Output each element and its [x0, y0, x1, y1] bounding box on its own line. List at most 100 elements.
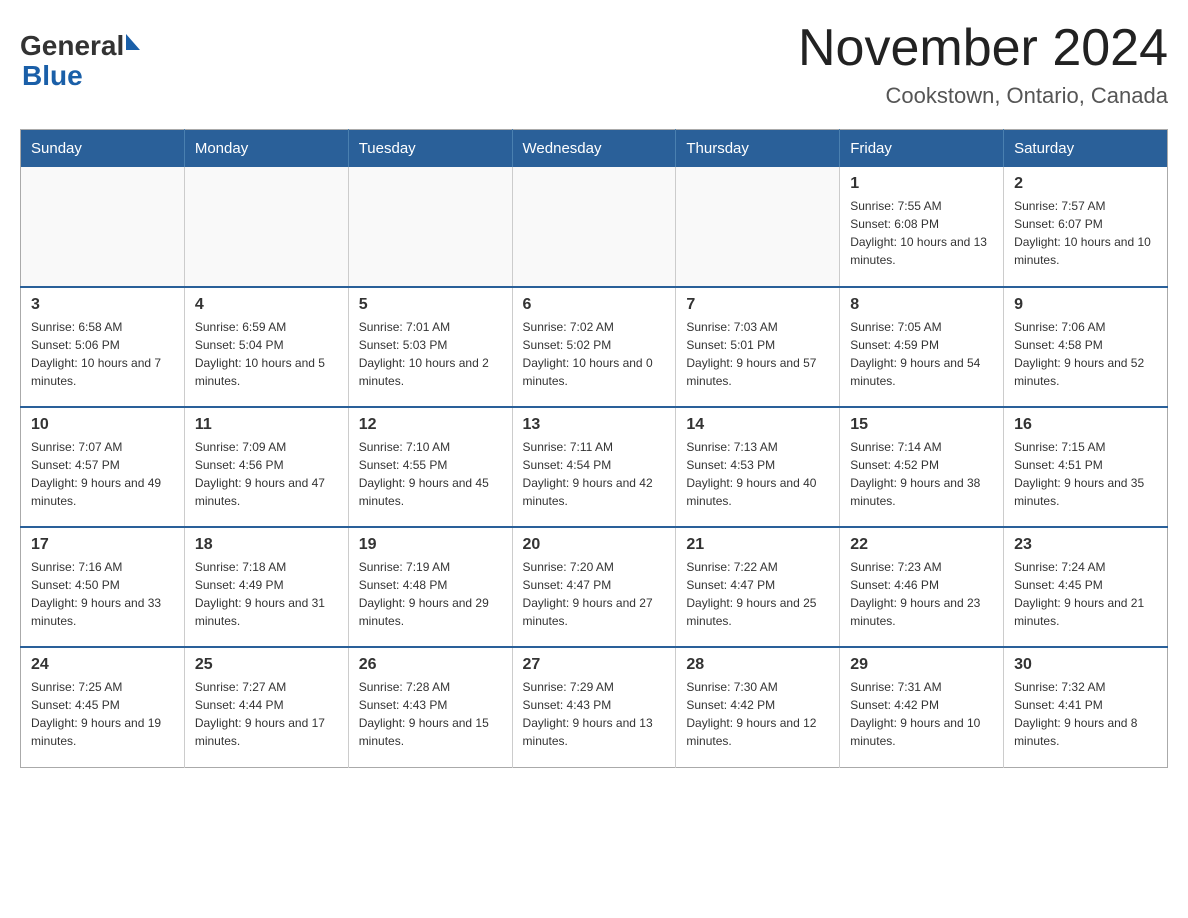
calendar-cell: [512, 167, 676, 287]
calendar-cell: 17 Sunrise: 7:16 AMSunset: 4:50 PMDayligh…: [21, 527, 185, 647]
calendar-week-1: 1 Sunrise: 7:55 AMSunset: 6:08 PMDaylight…: [21, 167, 1168, 287]
title-area: November 2024 Cookstown, Ontario, Canada: [798, 20, 1168, 109]
calendar-cell: 1 Sunrise: 7:55 AMSunset: 6:08 PMDaylight…: [840, 167, 1004, 287]
calendar-cell: 14 Sunrise: 7:13 AMSunset: 4:53 PMDayligh…: [676, 407, 840, 527]
day-number: 26: [359, 656, 502, 674]
calendar-cell: [21, 167, 185, 287]
calendar-cell: 16 Sunrise: 7:15 AMSunset: 4:51 PMDayligh…: [1004, 407, 1168, 527]
calendar-cell: 24Sunrise: 7:25 AMSunset: 4:45 PMDayligh…: [21, 647, 185, 767]
day-number: 2: [1014, 175, 1157, 193]
day-info: Sunrise: 7:57 AMSunset: 6:07 PMDaylight:…: [1014, 197, 1157, 269]
header-tuesday: Tuesday: [348, 130, 512, 168]
calendar-cell: [184, 167, 348, 287]
calendar-week-5: 24Sunrise: 7:25 AMSunset: 4:45 PMDayligh…: [21, 647, 1168, 767]
day-number: 25: [195, 656, 338, 674]
header: General Blue November 2024 Cookstown, On…: [20, 20, 1168, 109]
calendar-week-3: 10Sunrise: 7:07 AMSunset: 4:57 PMDayligh…: [21, 407, 1168, 527]
day-number: 9: [1014, 296, 1157, 314]
header-thursday: Thursday: [676, 130, 840, 168]
day-info: Sunrise: 7:09 AMSunset: 4:56 PMDaylight:…: [195, 438, 338, 510]
calendar-cell: [676, 167, 840, 287]
calendar-cell: 4 Sunrise: 6:59 AMSunset: 5:04 PMDaylight…: [184, 287, 348, 407]
calendar-week-4: 17 Sunrise: 7:16 AMSunset: 4:50 PMDayligh…: [21, 527, 1168, 647]
calendar-cell: 18Sunrise: 7:18 AMSunset: 4:49 PMDayligh…: [184, 527, 348, 647]
day-info: Sunrise: 7:22 AMSunset: 4:47 PMDaylight:…: [686, 558, 829, 630]
day-info: Sunrise: 7:27 AMSunset: 4:44 PMDaylight:…: [195, 678, 338, 750]
calendar-cell: 5Sunrise: 7:01 AMSunset: 5:03 PMDaylight…: [348, 287, 512, 407]
day-info: Sunrise: 7:02 AMSunset: 5:02 PMDaylight:…: [523, 318, 666, 390]
calendar-cell: 28Sunrise: 7:30 AMSunset: 4:42 PMDayligh…: [676, 647, 840, 767]
day-info: Sunrise: 6:59 AMSunset: 5:04 PMDaylight:…: [195, 318, 338, 390]
calendar-table: SundayMondayTuesdayWednesdayThursdayFrid…: [20, 129, 1168, 768]
logo-general-text: General: [20, 30, 124, 62]
day-number: 6: [523, 296, 666, 314]
day-info: Sunrise: 7:10 AMSunset: 4:55 PMDaylight:…: [359, 438, 502, 510]
day-number: 14: [686, 416, 829, 434]
header-monday: Monday: [184, 130, 348, 168]
day-info: Sunrise: 7:31 AMSunset: 4:42 PMDaylight:…: [850, 678, 993, 750]
calendar-cell: 6 Sunrise: 7:02 AMSunset: 5:02 PMDaylight…: [512, 287, 676, 407]
calendar-cell: 20Sunrise: 7:20 AMSunset: 4:47 PMDayligh…: [512, 527, 676, 647]
day-number: 24: [31, 656, 174, 674]
calendar-cell: 29 Sunrise: 7:31 AMSunset: 4:42 PMDayligh…: [840, 647, 1004, 767]
day-info: Sunrise: 7:14 AMSunset: 4:52 PMDaylight:…: [850, 438, 993, 510]
calendar-cell: [348, 167, 512, 287]
day-info: Sunrise: 7:11 AMSunset: 4:54 PMDaylight:…: [523, 438, 666, 510]
calendar-cell: 8Sunrise: 7:05 AMSunset: 4:59 PMDaylight…: [840, 287, 1004, 407]
calendar-cell: 9 Sunrise: 7:06 AMSunset: 4:58 PMDaylight…: [1004, 287, 1168, 407]
calendar-cell: 19 Sunrise: 7:19 AMSunset: 4:48 PMDayligh…: [348, 527, 512, 647]
day-number: 19: [359, 536, 502, 554]
calendar-cell: 22 Sunrise: 7:23 AMSunset: 4:46 PMDayligh…: [840, 527, 1004, 647]
logo-blue-text: Blue: [22, 60, 83, 91]
day-info: Sunrise: 7:24 AMSunset: 4:45 PMDaylight:…: [1014, 558, 1157, 630]
day-info: Sunrise: 7:29 AMSunset: 4:43 PMDaylight:…: [523, 678, 666, 750]
day-info: Sunrise: 7:18 AMSunset: 4:49 PMDaylight:…: [195, 558, 338, 630]
day-info: Sunrise: 7:23 AMSunset: 4:46 PMDaylight:…: [850, 558, 993, 630]
calendar-cell: 10Sunrise: 7:07 AMSunset: 4:57 PMDayligh…: [21, 407, 185, 527]
day-number: 17: [31, 536, 174, 554]
logo-chevron-icon: [126, 34, 140, 50]
calendar-cell: 2 Sunrise: 7:57 AMSunset: 6:07 PMDaylight…: [1004, 167, 1168, 287]
header-wednesday: Wednesday: [512, 130, 676, 168]
calendar-cell: 12Sunrise: 7:10 AMSunset: 4:55 PMDayligh…: [348, 407, 512, 527]
day-info: Sunrise: 7:06 AMSunset: 4:58 PMDaylight:…: [1014, 318, 1157, 390]
day-number: 15: [850, 416, 993, 434]
day-number: 27: [523, 656, 666, 674]
day-info: Sunrise: 7:19 AMSunset: 4:48 PMDaylight:…: [359, 558, 502, 630]
day-number: 22: [850, 536, 993, 554]
calendar-cell: 11 Sunrise: 7:09 AMSunset: 4:56 PMDayligh…: [184, 407, 348, 527]
day-info: Sunrise: 7:15 AMSunset: 4:51 PMDaylight:…: [1014, 438, 1157, 510]
calendar-header-row: SundayMondayTuesdayWednesdayThursdayFrid…: [21, 130, 1168, 168]
calendar-cell: 23Sunrise: 7:24 AMSunset: 4:45 PMDayligh…: [1004, 527, 1168, 647]
day-number: 8: [850, 296, 993, 314]
calendar-week-2: 3 Sunrise: 6:58 AMSunset: 5:06 PMDaylight…: [21, 287, 1168, 407]
day-number: 11: [195, 416, 338, 434]
day-number: 3: [31, 296, 174, 314]
location-title: Cookstown, Ontario, Canada: [798, 83, 1168, 109]
day-info: Sunrise: 6:58 AMSunset: 5:06 PMDaylight:…: [31, 318, 174, 390]
calendar-cell: 27 Sunrise: 7:29 AMSunset: 4:43 PMDayligh…: [512, 647, 676, 767]
day-info: Sunrise: 7:55 AMSunset: 6:08 PMDaylight:…: [850, 197, 993, 269]
day-number: 16: [1014, 416, 1157, 434]
day-number: 21: [686, 536, 829, 554]
day-info: Sunrise: 7:13 AMSunset: 4:53 PMDaylight:…: [686, 438, 829, 510]
day-number: 1: [850, 175, 993, 193]
day-number: 4: [195, 296, 338, 314]
calendar-cell: 26 Sunrise: 7:28 AMSunset: 4:43 PMDayligh…: [348, 647, 512, 767]
day-number: 29: [850, 656, 993, 674]
calendar-cell: 7Sunrise: 7:03 AMSunset: 5:01 PMDaylight…: [676, 287, 840, 407]
logo: General Blue: [20, 20, 140, 92]
calendar-cell: 13Sunrise: 7:11 AMSunset: 4:54 PMDayligh…: [512, 407, 676, 527]
calendar-cell: 21 Sunrise: 7:22 AMSunset: 4:47 PMDayligh…: [676, 527, 840, 647]
calendar-cell: 25 Sunrise: 7:27 AMSunset: 4:44 PMDayligh…: [184, 647, 348, 767]
calendar-cell: 30Sunrise: 7:32 AMSunset: 4:41 PMDayligh…: [1004, 647, 1168, 767]
day-info: Sunrise: 7:28 AMSunset: 4:43 PMDaylight:…: [359, 678, 502, 750]
day-number: 10: [31, 416, 174, 434]
header-sunday: Sunday: [21, 130, 185, 168]
header-saturday: Saturday: [1004, 130, 1168, 168]
month-title: November 2024: [798, 20, 1168, 77]
calendar-cell: 3 Sunrise: 6:58 AMSunset: 5:06 PMDaylight…: [21, 287, 185, 407]
day-info: Sunrise: 7:03 AMSunset: 5:01 PMDaylight:…: [686, 318, 829, 390]
day-info: Sunrise: 7:01 AMSunset: 5:03 PMDaylight:…: [359, 318, 502, 390]
day-info: Sunrise: 7:16 AMSunset: 4:50 PMDaylight:…: [31, 558, 174, 630]
